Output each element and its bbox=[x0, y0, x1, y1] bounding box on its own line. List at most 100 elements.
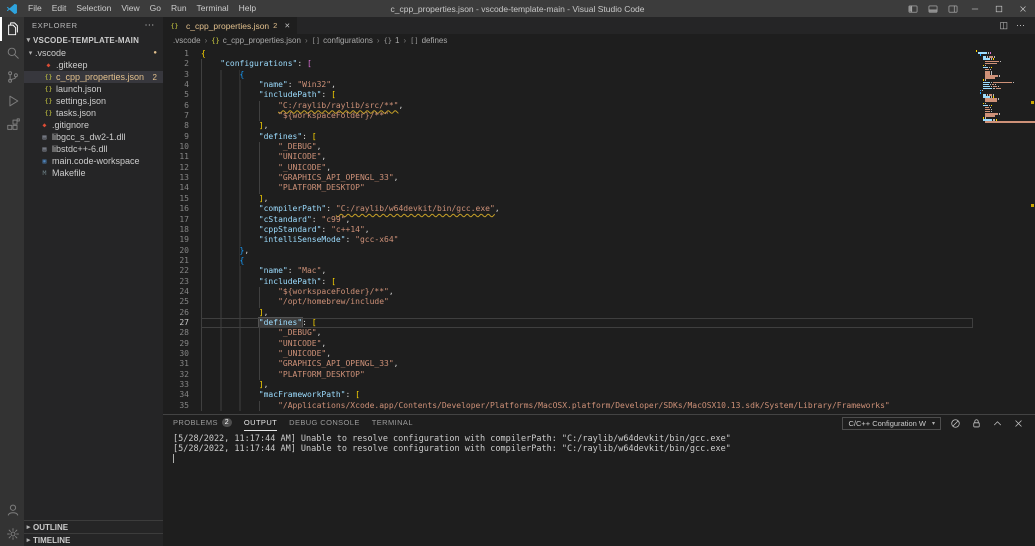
tree-item-gitkeep[interactable]: ◆ .gitkeep bbox=[24, 59, 163, 71]
minimap[interactable] bbox=[973, 47, 1035, 414]
menu-go[interactable]: Go bbox=[145, 0, 166, 17]
breadcrumb-item-defines[interactable]: [] defines bbox=[410, 36, 447, 45]
tree-item-c-cpp-properties-json[interactable]: {} c_cpp_properties.json 2 bbox=[24, 71, 163, 83]
code-line-13[interactable]: 13 "GRAPHICS_API_OPENGL_33", bbox=[163, 173, 973, 184]
code-line-18[interactable]: 18 "cppStandard": "c++14", bbox=[163, 224, 973, 236]
panel-tab-terminal[interactable]: TERMINAL bbox=[372, 415, 413, 431]
code-line-6[interactable]: 6 "C:/raylib/raylib/src/**", bbox=[163, 100, 973, 112]
code-line-14[interactable]: 14 "PLATFORM_DESKTOP" bbox=[163, 183, 973, 194]
source-control-icon[interactable] bbox=[0, 65, 24, 89]
clear-output-icon[interactable] bbox=[949, 417, 962, 430]
code-line-22[interactable]: 22 "name": "Mac", bbox=[163, 266, 973, 277]
output-channel-select[interactable]: C/C++ Configuration W ▾ bbox=[842, 416, 941, 430]
editor[interactable]: 1{2 "configurations": [3{4 "name": "Win32"… bbox=[163, 47, 1035, 414]
code-line-1[interactable]: 1{ bbox=[163, 49, 973, 59]
code-line-34[interactable]: 34 "macFrameworkPath": [ bbox=[163, 390, 973, 401]
chevron-right-icon: › bbox=[403, 36, 407, 45]
code-line-28[interactable]: 28 "_DEBUG", bbox=[163, 328, 973, 339]
code-line-15[interactable]: 15], bbox=[163, 193, 973, 205]
overview-ruler[interactable] bbox=[1030, 47, 1035, 414]
run-and-debug-icon[interactable] bbox=[0, 89, 24, 113]
breadcrumb-item-configurations[interactable]: [] configurations bbox=[312, 36, 373, 45]
outline-section-header[interactable]: ▸ OUTLINE bbox=[24, 520, 163, 533]
tree-item-makefile[interactable]: M Makefile bbox=[24, 167, 163, 179]
menu-view[interactable]: View bbox=[116, 0, 144, 17]
search-icon[interactable] bbox=[0, 41, 24, 65]
panel-tab-output[interactable]: OUTPUT bbox=[243, 415, 278, 431]
code-line-7[interactable]: 7 "${workspaceFolder}/**" bbox=[163, 111, 973, 122]
tree-item-settings-json[interactable]: {} settings.json bbox=[24, 95, 163, 107]
menu-help[interactable]: Help bbox=[234, 0, 261, 17]
breadcrumb-item-c-cpp-properties-json[interactable]: {} c_cpp_properties.json bbox=[211, 36, 301, 45]
settings-icon[interactable] bbox=[0, 522, 24, 546]
code-line-23[interactable]: 23 "includePath": [ bbox=[163, 276, 973, 287]
text-cursor bbox=[173, 454, 174, 463]
code-line-text: "C:/raylib/raylib/src/**", bbox=[189, 100, 403, 112]
maximize-button[interactable] bbox=[987, 0, 1011, 17]
code-line-11[interactable]: 11 "UNICODE", bbox=[163, 152, 973, 163]
code-line-8[interactable]: 8], bbox=[163, 121, 973, 132]
code-line-27[interactable]: 27 "defines": [ bbox=[163, 317, 973, 329]
tree-item-gitignore[interactable]: ◆ .gitignore bbox=[24, 119, 163, 131]
code-line-4[interactable]: 4 "name": "Win32", bbox=[163, 80, 973, 91]
menu-selection[interactable]: Selection bbox=[71, 0, 116, 17]
minimize-button[interactable] bbox=[963, 0, 987, 17]
workspace-section-header[interactable]: ▾ VSCODE-TEMPLATE-MAIN bbox=[24, 33, 163, 47]
tree-item-launch-json[interactable]: {} launch.json bbox=[24, 83, 163, 95]
code-line-29[interactable]: 29 "UNICODE", bbox=[163, 338, 973, 349]
line-number: 23 bbox=[179, 276, 189, 286]
toggle-sidebar-icon[interactable] bbox=[903, 0, 923, 17]
tree-item-vscode[interactable]: ▾ .vscode ● bbox=[24, 47, 163, 59]
code-line-21[interactable]: 21{ bbox=[163, 255, 973, 267]
code-line-10[interactable]: 10 "_DEBUG", bbox=[163, 142, 973, 153]
code-line-24[interactable]: 24 "${workspaceFolder}/**", bbox=[163, 286, 973, 298]
toggle-secondary-sidebar-icon[interactable] bbox=[943, 0, 963, 17]
menu-run[interactable]: Run bbox=[166, 0, 192, 17]
code-line-9[interactable]: 9 "defines": [ bbox=[163, 131, 973, 143]
menu-file[interactable]: File bbox=[23, 0, 47, 17]
panel-tab-problems[interactable]: PROBLEMS 2 bbox=[173, 415, 232, 431]
close-panel-icon[interactable] bbox=[1012, 417, 1025, 430]
toggle-panel-icon[interactable] bbox=[923, 0, 943, 17]
code-line-33[interactable]: 33], bbox=[163, 380, 973, 391]
split-editor-icon[interactable]: ◫ bbox=[999, 20, 1008, 31]
breadcrumb-item-1[interactable]: {} 1 bbox=[384, 36, 400, 45]
code-line-20[interactable]: 20}, bbox=[163, 245, 973, 256]
menu-edit[interactable]: Edit bbox=[47, 0, 72, 17]
tree-item-libstdc-6-dll[interactable]: ▤ libstdc++-6.dll bbox=[24, 143, 163, 155]
code-line-30[interactable]: 30 "_UNICODE", bbox=[163, 348, 973, 360]
more-actions-icon[interactable]: ⋯ bbox=[144, 20, 155, 31]
chevron-right-icon: › bbox=[304, 36, 308, 45]
extensions-icon[interactable] bbox=[0, 113, 24, 137]
lock-scrolling-icon[interactable] bbox=[970, 417, 983, 430]
code-line-text: ], bbox=[189, 121, 268, 132]
code-line-19[interactable]: 19 "intelliSenseMode": "gcc-x64" bbox=[163, 235, 973, 246]
tree-item-tasks-json[interactable]: {} tasks.json bbox=[24, 107, 163, 119]
close-tab-icon[interactable]: ✕ bbox=[284, 22, 290, 30]
code-line-2[interactable]: 2 "configurations": [ bbox=[163, 59, 973, 70]
code-line-31[interactable]: 31 "GRAPHICS_API_OPENGL_33", bbox=[163, 359, 973, 370]
code-line-3[interactable]: 3{ bbox=[163, 69, 973, 81]
code-line-16[interactable]: 16 "compilerPath": "C:/raylib/w64devkit/b… bbox=[163, 204, 973, 215]
maximize-panel-icon[interactable] bbox=[991, 417, 1004, 430]
code-line-17[interactable]: 17 "cStandard": "c99", bbox=[163, 214, 973, 225]
code-line-26[interactable]: 26], bbox=[163, 307, 973, 318]
code-line-text: "/Applications/Xcode.app/Contents/Develo… bbox=[189, 400, 890, 412]
code-line-35[interactable]: 35 "/Applications/Xcode.app/Contents/Deve… bbox=[163, 400, 973, 412]
close-window-button[interactable] bbox=[1011, 0, 1035, 17]
timeline-section-header[interactable]: ▸ TIMELINE bbox=[24, 533, 163, 546]
code-line-5[interactable]: 5 "includePath": [ bbox=[163, 90, 973, 101]
breadcrumb-item-vscode[interactable]: .vscode bbox=[173, 36, 201, 45]
tree-item-main-code-workspace[interactable]: ▣ main.code-workspace bbox=[24, 155, 163, 167]
panel-tab-debug-console[interactable]: DEBUG CONSOLE bbox=[289, 415, 360, 431]
tab-c-cpp-properties-json[interactable]: {} c_cpp_properties.json 2 ✕ bbox=[163, 17, 298, 34]
explorer-icon[interactable] bbox=[0, 17, 24, 41]
code-line-12[interactable]: 12 "_UNICODE", bbox=[163, 162, 973, 174]
code-line-25[interactable]: 25 "/opt/homebrew/include" bbox=[163, 297, 973, 308]
accounts-icon[interactable] bbox=[0, 498, 24, 522]
code-line-32[interactable]: 32 "PLATFORM_DESKTOP" bbox=[163, 369, 973, 380]
menu-terminal[interactable]: Terminal bbox=[192, 0, 234, 17]
vscode-logo-icon bbox=[6, 3, 18, 15]
tree-item-libgcc-s-dw2-1-dll[interactable]: ▤ libgcc_s_dw2-1.dll bbox=[24, 131, 163, 143]
more-actions-icon[interactable]: ⋯ bbox=[1016, 20, 1025, 31]
